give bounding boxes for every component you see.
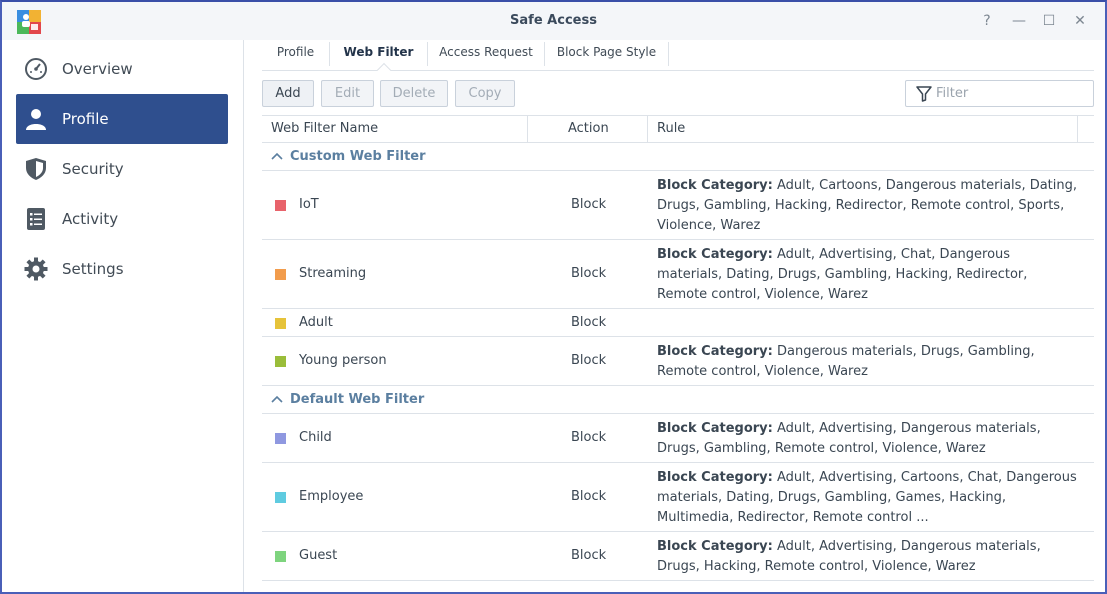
group-label: Default Web Filter	[290, 392, 425, 407]
filter-action: Block	[571, 548, 607, 563]
shield-icon	[24, 157, 48, 181]
filter-rule: Block Category: Adult, Advertising, Dang…	[657, 419, 1077, 459]
sidebar: Overview Profile Security Activity Setti…	[2, 40, 244, 592]
color-swatch	[275, 269, 286, 280]
column-divider[interactable]	[647, 116, 648, 142]
filter-name: Adult	[299, 315, 333, 330]
table-row[interactable]: Young person Block Block Category: Dange…	[262, 337, 1094, 386]
sidebar-item-label: Security	[62, 160, 124, 178]
delete-button[interactable]: Delete	[380, 80, 448, 107]
filter-action: Block	[571, 489, 607, 504]
color-swatch	[275, 551, 286, 562]
title-bar[interactable]: Safe Access ? — ☐ ✕	[2, 2, 1105, 40]
rule-prefix: Block Category:	[657, 539, 773, 554]
close-button[interactable]: ✕	[1071, 12, 1089, 30]
gauge-icon	[24, 57, 48, 81]
filter-rule: Block Category: Dangerous materials, Dru…	[657, 342, 1077, 382]
color-swatch	[275, 200, 286, 211]
tab-bar: Profile Web Filter Access Request Block …	[262, 40, 1094, 78]
filter-name: Employee	[299, 489, 364, 504]
maximize-button[interactable]: ☐	[1040, 12, 1058, 30]
list-icon	[24, 207, 48, 231]
filter-name: Guest	[299, 548, 338, 563]
group-header-custom[interactable]: Custom Web Filter	[262, 143, 1094, 171]
minimize-button[interactable]: —	[1010, 12, 1028, 30]
minimize-icon: —	[1012, 13, 1026, 29]
filter-rule: Block Category: Adult, Advertising, Dang…	[657, 537, 1077, 577]
rule-prefix: Block Category:	[657, 470, 773, 485]
column-header-name[interactable]: Web Filter Name	[271, 116, 378, 142]
copy-button[interactable]: Copy	[455, 80, 515, 107]
filter-name: IoT	[299, 197, 319, 212]
table-header: Web Filter Name Action Rule	[262, 115, 1094, 143]
gear-icon	[24, 257, 48, 281]
color-swatch	[275, 433, 286, 444]
sidebar-item-label: Activity	[62, 210, 119, 228]
filter-rule: Block Category: Adult, Advertising, Cart…	[657, 468, 1077, 528]
window-title: Safe Access	[510, 13, 597, 28]
tab-divider	[668, 42, 669, 66]
edit-button[interactable]: Edit	[321, 80, 374, 107]
web-filter-table: Web Filter Name Action Rule Custom Web F…	[262, 115, 1094, 581]
help-icon: ?	[983, 13, 991, 29]
column-divider[interactable]	[1077, 116, 1078, 142]
table-row[interactable]: IoT Block Block Category: Adult, Cartoon…	[262, 171, 1094, 240]
sidebar-item-activity[interactable]: Activity	[16, 194, 228, 244]
filter-icon	[916, 86, 932, 102]
column-header-action[interactable]: Action	[568, 116, 609, 142]
group-label: Custom Web Filter	[290, 149, 426, 164]
filter-name: Young person	[299, 353, 387, 368]
sidebar-item-overview[interactable]: Overview	[16, 44, 228, 94]
filter-action: Block	[571, 197, 607, 212]
table-row[interactable]: Guest Block Block Category: Adult, Adver…	[262, 532, 1094, 581]
tab-profile[interactable]: Profile	[262, 40, 329, 70]
group-header-default[interactable]: Default Web Filter	[262, 386, 1094, 414]
filter-box[interactable]	[905, 80, 1094, 107]
filter-input[interactable]	[936, 84, 1086, 103]
filter-name: Child	[299, 430, 332, 445]
filter-action: Block	[571, 353, 607, 368]
table-row[interactable]: Streaming Block Block Category: Adult, A…	[262, 240, 1094, 309]
table-row[interactable]: Child Block Block Category: Adult, Adver…	[262, 414, 1094, 463]
sidebar-item-label: Overview	[62, 60, 133, 78]
rule-prefix: Block Category:	[657, 421, 773, 436]
filter-action: Block	[571, 315, 607, 330]
sidebar-item-profile[interactable]: Profile	[16, 94, 228, 144]
filter-name: Streaming	[299, 266, 367, 281]
column-header-rule[interactable]: Rule	[657, 116, 685, 142]
chevron-up-icon[interactable]	[271, 394, 283, 406]
sidebar-item-security[interactable]: Security	[16, 144, 228, 194]
filter-rule: Block Category: Adult, Advertising, Chat…	[657, 245, 1077, 305]
maximize-icon: ☐	[1042, 13, 1056, 29]
tab-block-page-style[interactable]: Block Page Style	[545, 40, 668, 70]
rule-prefix: Block Category:	[657, 178, 773, 193]
person-icon	[24, 107, 48, 131]
tab-web-filter[interactable]: Web Filter	[330, 40, 427, 70]
app-window: Safe Access ? — ☐ ✕ Overview Profile Sec…	[0, 0, 1107, 594]
add-button[interactable]: Add	[262, 80, 314, 107]
help-button[interactable]: ?	[978, 12, 996, 30]
column-divider[interactable]	[527, 116, 528, 142]
color-swatch	[275, 492, 286, 503]
chevron-up-icon[interactable]	[271, 151, 283, 163]
close-icon: ✕	[1074, 13, 1086, 29]
sidebar-item-settings[interactable]: Settings	[16, 244, 228, 294]
sidebar-item-label: Settings	[62, 260, 124, 278]
table-row[interactable]: Employee Block Block Category: Adult, Ad…	[262, 463, 1094, 532]
table-row[interactable]: Adult Block	[262, 309, 1094, 337]
color-swatch	[275, 356, 286, 367]
filter-action: Block	[571, 266, 607, 281]
rule-prefix: Block Category:	[657, 344, 773, 359]
color-swatch	[275, 318, 286, 329]
main-panel: Profile Web Filter Access Request Block …	[245, 40, 1105, 592]
filter-action: Block	[571, 430, 607, 445]
sidebar-item-label: Profile	[62, 110, 109, 128]
filter-rule: Block Category: Adult, Cartoons, Dangero…	[657, 176, 1077, 236]
tab-access-request[interactable]: Access Request	[428, 40, 544, 70]
rule-prefix: Block Category:	[657, 247, 773, 262]
